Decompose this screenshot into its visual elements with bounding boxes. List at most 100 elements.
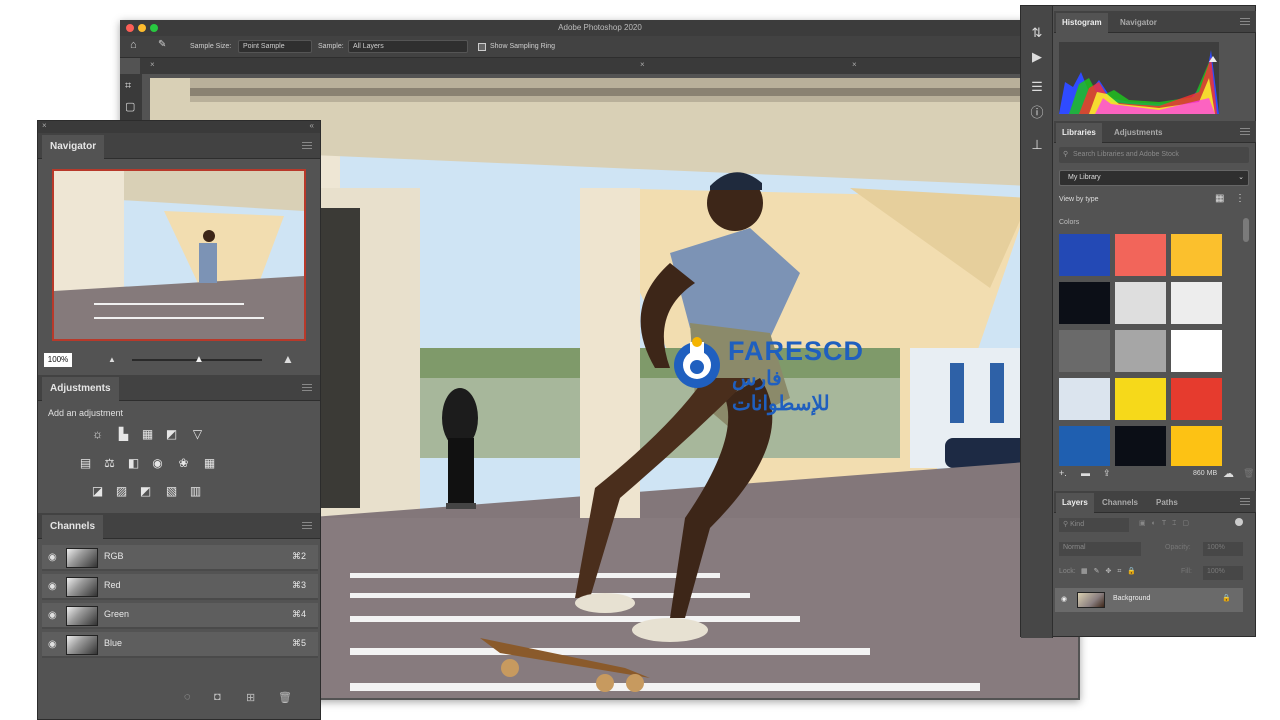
vibrance-icon[interactable]: ▽ bbox=[190, 428, 205, 441]
panel-menu-icon[interactable] bbox=[1240, 128, 1250, 135]
sample-select[interactable]: All Layers bbox=[348, 40, 468, 53]
color-swatch[interactable] bbox=[1115, 426, 1166, 466]
color-balance-icon[interactable]: ⚖ bbox=[102, 457, 117, 470]
play-icon[interactable]: ▶ bbox=[1028, 48, 1046, 66]
color-swatch[interactable] bbox=[1171, 234, 1222, 276]
tab-navigator[interactable]: Navigator bbox=[42, 135, 105, 159]
panel-menu-icon[interactable] bbox=[302, 142, 312, 149]
filter-icons[interactable]: ▣◐T⌶▢ bbox=[1139, 519, 1195, 528]
properties-icon[interactable]: ☰ bbox=[1028, 78, 1046, 96]
library-search-input[interactable]: ⚲ Search Libraries and Adobe Stock bbox=[1059, 147, 1249, 163]
invert-icon[interactable]: ◪ bbox=[90, 485, 105, 498]
trash-icon[interactable]: 🗑 bbox=[278, 691, 292, 704]
exposure-icon[interactable]: ◩ bbox=[164, 428, 179, 441]
eye-icon[interactable]: ◉ bbox=[48, 552, 57, 563]
color-swatch[interactable] bbox=[1115, 378, 1166, 420]
opacity-field[interactable]: 100% bbox=[1203, 542, 1243, 556]
view-by-type-dropdown[interactable]: View by type bbox=[1059, 196, 1099, 203]
color-swatch[interactable] bbox=[1059, 330, 1110, 372]
history-icon[interactable]: ⇅ bbox=[1028, 24, 1046, 42]
panel-menu-icon[interactable] bbox=[302, 384, 312, 391]
minimize-window-button[interactable] bbox=[138, 24, 146, 32]
clone-source-icon[interactable]: ⊥ bbox=[1028, 136, 1046, 154]
photo-filter-icon[interactable]: ◉ bbox=[150, 457, 165, 470]
posterize-icon[interactable]: ▨ bbox=[114, 485, 129, 498]
channel-row-green[interactable]: ◉ Green ⌘4 bbox=[42, 603, 318, 629]
navigator-preview[interactable] bbox=[52, 169, 306, 341]
blend-mode-select[interactable]: Normal bbox=[1059, 542, 1141, 556]
zoom-slider-handle[interactable]: ▲ bbox=[194, 354, 204, 365]
color-swatch[interactable] bbox=[1171, 282, 1222, 324]
show-ring-checkbox[interactable] bbox=[478, 43, 486, 51]
panel-menu-icon[interactable] bbox=[1240, 498, 1250, 505]
color-swatch[interactable] bbox=[1059, 426, 1110, 466]
lock-icon[interactable]: 🔒 bbox=[1222, 594, 1231, 602]
tab-layers[interactable]: Layers bbox=[1056, 493, 1094, 513]
lock-icons[interactable]: ▦✎✥⌗🔒 bbox=[1081, 567, 1142, 576]
frame-tool-icon[interactable]: ▢ bbox=[125, 100, 135, 113]
color-swatch[interactable] bbox=[1059, 282, 1110, 324]
zoom-in-icon[interactable]: ▲ bbox=[282, 352, 294, 366]
fill-field[interactable]: 100% bbox=[1203, 566, 1243, 580]
filter-toggle[interactable] bbox=[1235, 518, 1243, 526]
save-selection-icon[interactable]: ◘ bbox=[214, 691, 221, 703]
layer-row-background[interactable]: ◉ Background 🔒 bbox=[1055, 588, 1243, 612]
collapse-panel-icon[interactable]: « bbox=[310, 121, 314, 130]
color-swatch[interactable] bbox=[1171, 426, 1222, 466]
new-channel-icon[interactable]: ⊞ bbox=[246, 691, 255, 704]
tab-channels[interactable]: Channels bbox=[1096, 493, 1144, 513]
sample-size-select[interactable]: Point Sample bbox=[238, 40, 312, 53]
threshold-icon[interactable]: ◩ bbox=[138, 485, 153, 498]
zoom-out-icon[interactable]: ▲ bbox=[108, 355, 116, 364]
tab-adjustments[interactable]: Adjustments bbox=[42, 377, 119, 401]
close-panel-icon[interactable]: × bbox=[42, 121, 47, 130]
tab-navigator[interactable]: Navigator bbox=[1114, 13, 1163, 33]
levels-icon[interactable]: ▙ bbox=[116, 428, 131, 441]
folder-icon[interactable]: ▬ bbox=[1081, 468, 1090, 478]
add-element-icon[interactable]: +. bbox=[1059, 468, 1067, 478]
grid-view-icon[interactable]: ▦ bbox=[1215, 193, 1224, 204]
settings-icon[interactable]: ⋮ bbox=[1235, 193, 1245, 204]
eye-icon[interactable]: ◉ bbox=[48, 581, 57, 592]
eye-icon[interactable]: ◉ bbox=[48, 610, 57, 621]
library-select[interactable]: My Library ⌄ bbox=[1059, 170, 1249, 186]
panel-menu-icon[interactable] bbox=[1240, 18, 1250, 25]
color-swatch[interactable] bbox=[1059, 234, 1110, 276]
close-tab-icon[interactable]: × bbox=[852, 60, 857, 69]
tab-libraries[interactable]: Libraries bbox=[1056, 123, 1102, 143]
trash-icon[interactable]: 🗑 bbox=[1243, 468, 1254, 479]
close-tab-icon[interactable]: × bbox=[640, 60, 645, 69]
selective-color-icon[interactable]: ▧ bbox=[164, 485, 179, 498]
close-tab-icon[interactable]: × bbox=[150, 60, 155, 69]
eye-icon[interactable]: ◉ bbox=[48, 639, 57, 650]
channel-row-rgb[interactable]: ◉ RGB ⌘2 bbox=[42, 545, 318, 571]
tab-histogram[interactable]: Histogram bbox=[1056, 13, 1108, 33]
brightness-icon[interactable]: ☼ bbox=[90, 428, 105, 441]
curves-icon[interactable]: ▦ bbox=[140, 428, 155, 441]
color-swatch[interactable] bbox=[1171, 330, 1222, 372]
color-swatch[interactable] bbox=[1115, 330, 1166, 372]
upload-icon[interactable]: ⇪ bbox=[1103, 468, 1111, 479]
zoom-window-button[interactable] bbox=[150, 24, 158, 32]
channel-row-red[interactable]: ◉ Red ⌘3 bbox=[42, 574, 318, 600]
tab-adjustments[interactable]: Adjustments bbox=[1108, 123, 1168, 143]
libraries-scrollbar[interactable] bbox=[1243, 218, 1249, 242]
channel-mixer-icon[interactable]: ❀ bbox=[176, 457, 191, 470]
color-swatch[interactable] bbox=[1115, 234, 1166, 276]
info-icon[interactable]: ⓘ bbox=[1028, 104, 1046, 122]
channel-row-blue[interactable]: ◉ Blue ⌘5 bbox=[42, 632, 318, 658]
kind-filter-select[interactable]: ⚲ Kind bbox=[1059, 518, 1129, 532]
color-swatch[interactable] bbox=[1059, 378, 1110, 420]
gradient-map-icon[interactable]: ▥ bbox=[188, 485, 203, 498]
color-swatch[interactable] bbox=[1115, 282, 1166, 324]
home-icon[interactable]: ⌂ bbox=[130, 39, 137, 51]
cloud-icon[interactable]: ☁ bbox=[1223, 467, 1234, 480]
color-swatch[interactable] bbox=[1171, 378, 1222, 420]
zoom-percent-field[interactable]: 100% bbox=[44, 353, 72, 367]
eye-icon[interactable]: ◉ bbox=[1061, 595, 1067, 603]
panel-menu-icon[interactable] bbox=[302, 522, 312, 529]
close-window-button[interactable] bbox=[126, 24, 134, 32]
crop-tool-icon[interactable]: ⌗ bbox=[125, 80, 131, 93]
load-selection-icon[interactable]: ◌ bbox=[184, 691, 191, 703]
eyedropper-icon[interactable]: ✎ bbox=[158, 39, 166, 51]
